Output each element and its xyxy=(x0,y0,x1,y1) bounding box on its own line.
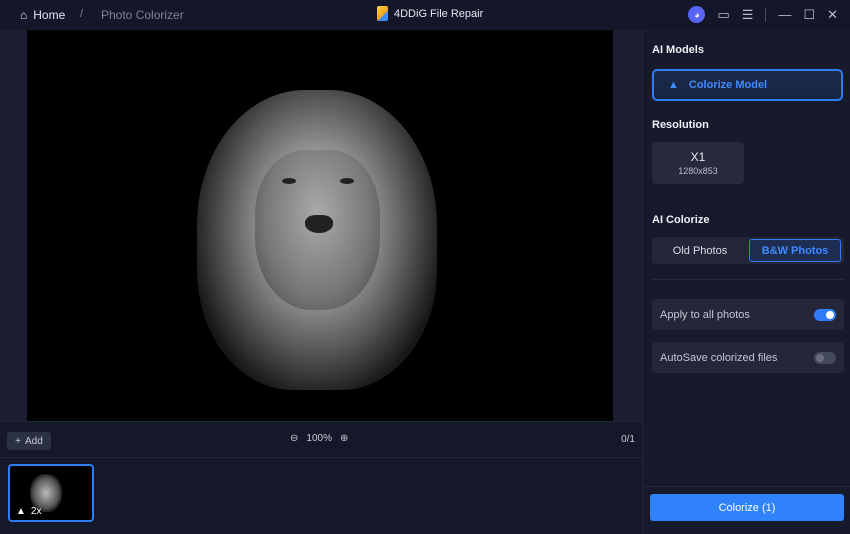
autosave-label: AutoSave colorized files xyxy=(660,351,778,364)
feedback-icon[interactable]: ▭ xyxy=(717,7,729,23)
bw-photos-option[interactable]: B&W Photos xyxy=(749,239,841,262)
menu-icon[interactable]: ☰ xyxy=(742,7,754,23)
breadcrumb-current: Photo Colorizer xyxy=(101,8,184,22)
resolution-option[interactable]: X1 1280x853 xyxy=(652,142,744,184)
home-icon: ⌂ xyxy=(20,8,28,22)
plus-icon: + xyxy=(15,435,22,447)
preview-toolbar: + Add ⊖ 100% ⊕ 0/1 xyxy=(0,421,642,458)
minimize-icon[interactable]: — xyxy=(778,7,791,22)
resolution-scale: X1 xyxy=(690,150,706,164)
zoom-level: 100% xyxy=(306,433,332,444)
add-label: Add xyxy=(25,435,43,447)
apply-all-toggle[interactable] xyxy=(814,308,836,321)
resolution-heading: Resolution xyxy=(652,119,709,131)
divider xyxy=(765,7,767,22)
discord-icon[interactable]: ◕ xyxy=(688,6,706,23)
ai-colorize-heading: AI Colorize xyxy=(652,214,710,226)
close-icon[interactable]: ✕ xyxy=(827,7,838,23)
title-bar: ⌂ Home / Photo Colorizer 4DDiG File Repai… xyxy=(0,0,850,30)
old-photos-option[interactable]: Old Photos xyxy=(654,239,746,262)
settings-panel: AI Models ▲ Colorize Model Resolution X1 1… xyxy=(642,30,850,534)
ai-models-heading: AI Models xyxy=(652,44,704,56)
autosave-toggle[interactable] xyxy=(814,351,836,364)
apply-all-label: Apply to all photos xyxy=(660,308,750,321)
photo-counter: 0/1 xyxy=(621,434,635,445)
lion-photo xyxy=(27,30,613,421)
photo-thumbnail[interactable]: ▲ 2x xyxy=(8,464,94,522)
colorize-button[interactable]: Colorize (1) xyxy=(650,494,844,521)
apply-all-row: Apply to all photos xyxy=(652,299,844,330)
thumbnail-strip: ▲ 2x xyxy=(0,458,642,534)
maximize-icon[interactable]: ☐ xyxy=(803,7,815,23)
app-title: 4DDiG File Repair xyxy=(377,6,483,21)
thumbnail-scale: 2x xyxy=(30,506,42,517)
autosave-row: AutoSave colorized files xyxy=(652,342,844,373)
colorize-mode-selector: Old Photos B&W Photos xyxy=(652,237,844,264)
home-link[interactable]: ⌂ Home xyxy=(20,8,65,22)
preview-area xyxy=(0,30,642,421)
breadcrumb-separator: / xyxy=(80,8,84,20)
image-icon: ▲ xyxy=(668,79,679,91)
add-button[interactable]: + Add xyxy=(7,432,51,450)
app-title-text: 4DDiG File Repair xyxy=(394,7,484,20)
home-label: Home xyxy=(33,8,66,22)
image-icon: ▲ xyxy=(16,506,26,517)
resolution-size: 1280x853 xyxy=(678,166,718,176)
colorize-model-button[interactable]: ▲ Colorize Model xyxy=(652,69,843,101)
divider xyxy=(643,486,850,487)
zoom-out-icon[interactable]: ⊖ xyxy=(290,433,298,444)
model-label: Colorize Model xyxy=(688,79,768,91)
zoom-in-icon[interactable]: ⊕ xyxy=(340,433,348,444)
app-logo-icon xyxy=(377,6,388,21)
divider xyxy=(652,279,844,280)
